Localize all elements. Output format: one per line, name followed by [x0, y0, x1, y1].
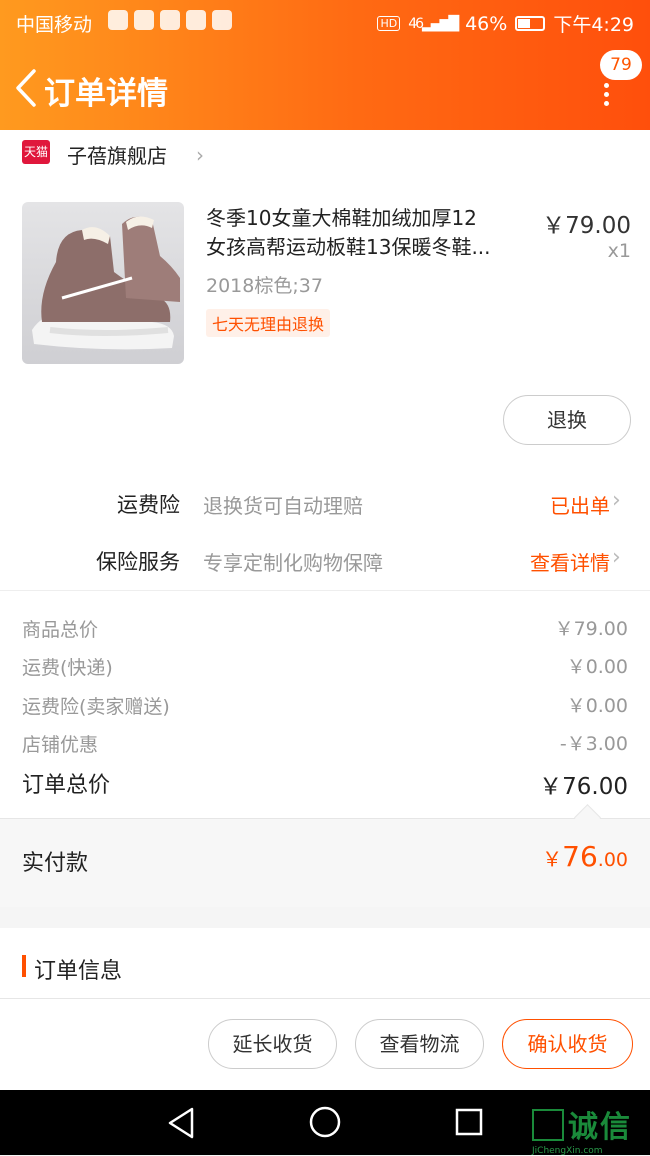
more-vertical-icon — [604, 83, 610, 110]
nav-back-icon[interactable] — [166, 1106, 196, 1144]
status-bar: 中国移动 HD 46▂▄▆█ 46% 下午4:29 — [0, 0, 650, 44]
signal-icon: 46▂▄▆█ — [408, 15, 459, 32]
extend-receipt-button[interactable]: 延长收货 — [208, 1019, 337, 1069]
nav-home-icon[interactable] — [309, 1106, 341, 1142]
battery-percent: 46% — [465, 12, 508, 35]
hd-icon: HD — [377, 16, 401, 31]
insurance-details-link[interactable]: 查看详情 — [530, 547, 610, 576]
product-title-line1: 冬季10女童大棉鞋加绒加厚12 — [206, 206, 477, 230]
chevron-right-icon: › — [612, 545, 621, 570]
page-title: 订单详情 — [44, 76, 168, 112]
confirm-receipt-button[interactable]: 确认收货 — [502, 1019, 633, 1069]
paid-label: 实付款 — [22, 851, 89, 876]
nav-recents-icon[interactable] — [455, 1108, 483, 1140]
paid-amount: ￥76.00 — [542, 840, 628, 873]
paid-integer: 76 — [562, 840, 598, 873]
watermark-brand: 诚信 — [532, 1109, 632, 1145]
divider — [0, 590, 650, 591]
fee-label-goods: 商品总价 — [22, 619, 99, 641]
watermark-logo: 诚信 JiChengXin.com — [532, 1102, 632, 1156]
return-policy-tag: 七天无理由退换 — [206, 309, 331, 337]
chevron-right-icon: › — [612, 488, 621, 513]
fee-value-insurance: ￥0.00 — [566, 695, 628, 717]
product-price: ￥79.00 — [542, 213, 631, 239]
order-total-value: ￥76.00 — [539, 774, 628, 800]
fee-value-goods: ￥79.00 — [554, 618, 628, 640]
shipping-insurance-label: 运费险 — [117, 493, 180, 517]
back-button[interactable] — [12, 68, 40, 108]
chevron-right-icon: › — [196, 143, 204, 167]
product-title[interactable]: 冬季10女童大棉鞋加绒加厚12 女孩高帮运动板鞋13保暖冬鞋... — [206, 204, 536, 262]
fee-label-shipping: 运费(快递) — [22, 657, 113, 679]
battery-icon — [515, 16, 546, 31]
shipping-insurance-desc: 退换货可自动理赔 — [203, 494, 363, 518]
section-accent-bar — [22, 955, 26, 977]
notification-icons — [108, 10, 232, 30]
chevron-left-icon — [16, 69, 36, 107]
insurance-service-desc: 专享定制化购物保障 — [203, 551, 383, 575]
fee-label-discount: 店铺优惠 — [22, 734, 99, 756]
product-spec: 2018棕色;37 — [206, 275, 323, 297]
shop-name[interactable]: 子蓓旗舰店 — [67, 140, 167, 169]
fee-label-insurance: 运费险(卖家赠送) — [22, 696, 170, 718]
order-info-title: 订单信息 — [34, 959, 123, 984]
tmall-logo: 天猫 — [22, 140, 50, 164]
clock: 下午4:29 — [553, 14, 634, 36]
shoe-image — [32, 216, 180, 350]
status-right: HD 46▂▄▆█ 46% 下午4:29 — [377, 10, 634, 37]
shipping-insurance-status[interactable]: 已出单 — [550, 490, 610, 519]
paid-decimal: .00 — [597, 849, 628, 871]
product-quantity: x1 — [607, 240, 631, 262]
product-title-line2: 女孩高帮运动板鞋13保暖冬鞋... — [206, 235, 491, 259]
view-logistics-button[interactable]: 查看物流 — [355, 1019, 484, 1069]
product-image[interactable] — [22, 202, 184, 364]
carrier-label: 中国移动 — [16, 14, 93, 36]
paid-currency: ￥ — [542, 847, 563, 871]
fee-value-shipping: ￥0.00 — [566, 656, 628, 678]
return-exchange-button[interactable]: 退换 — [503, 395, 631, 445]
message-badge: 79 — [600, 50, 642, 80]
insurance-service-label: 保险服务 — [96, 550, 180, 574]
order-total-label: 订单总价 — [22, 773, 111, 798]
fee-value-discount: -￥3.00 — [559, 733, 628, 755]
